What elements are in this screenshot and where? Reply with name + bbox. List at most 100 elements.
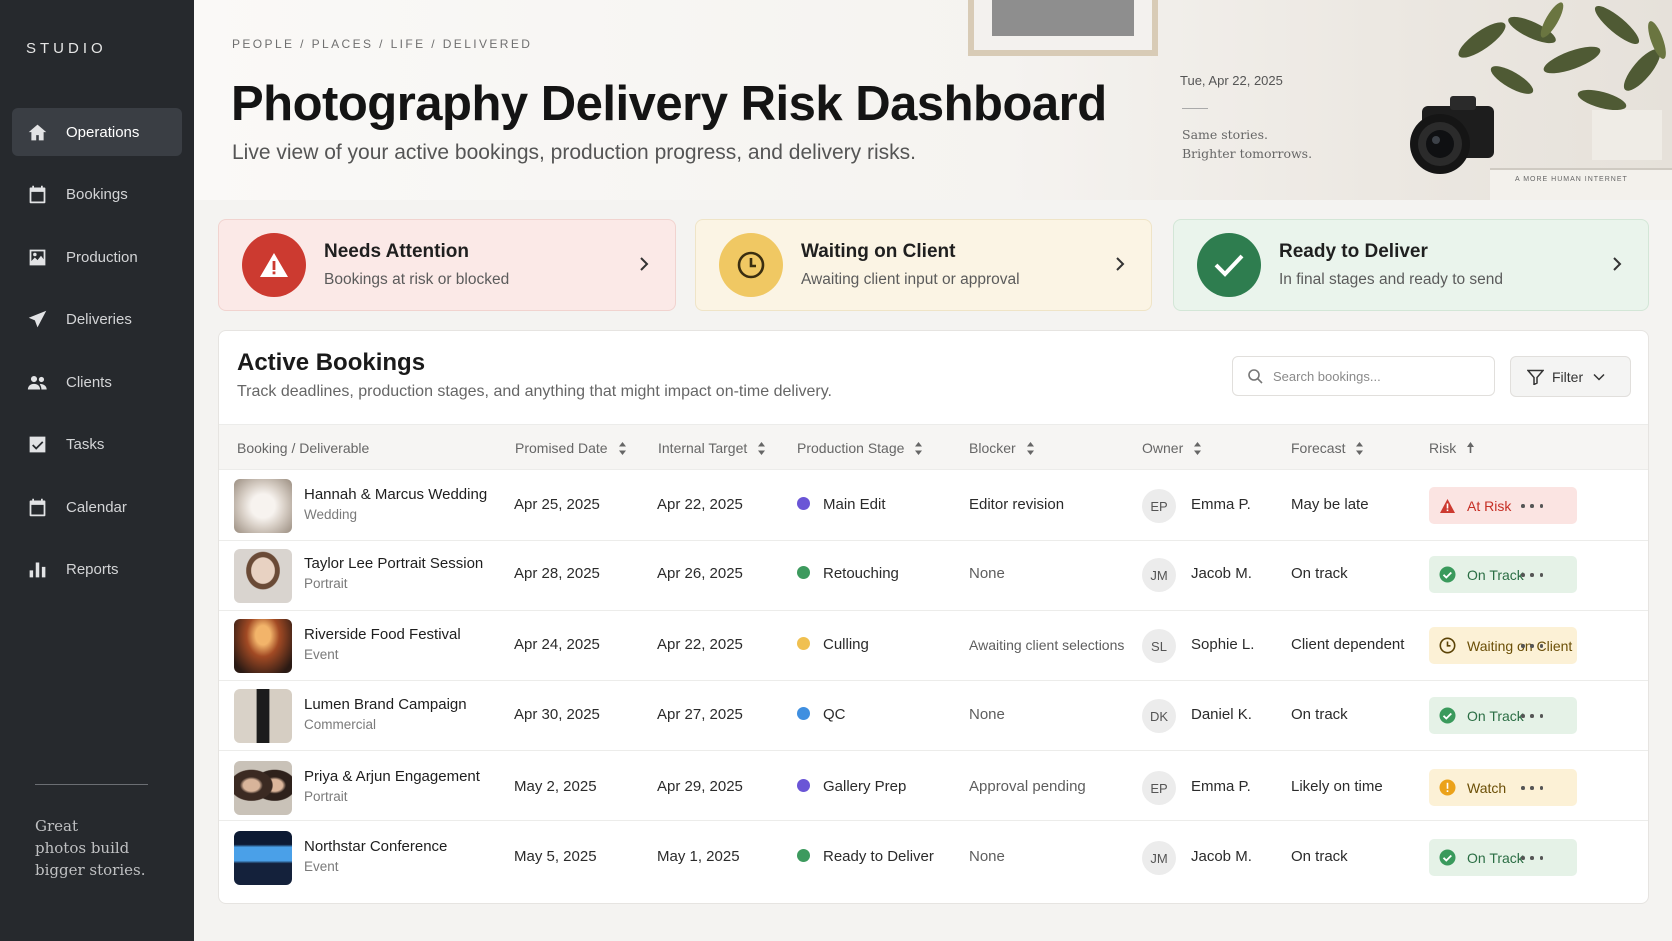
sidebar-item-label: Deliveries xyxy=(66,311,132,328)
column-header-promised-date[interactable]: Promised Date xyxy=(515,440,627,456)
brand-logo: STUDIO xyxy=(26,40,107,57)
tagline-line: Same stories. xyxy=(1182,127,1268,142)
booking-type: Portrait xyxy=(304,789,348,804)
promised-date: May 2, 2025 xyxy=(514,778,597,795)
table-row[interactable]: Hannah & Marcus Wedding Wedding Apr 25, … xyxy=(219,471,1648,541)
card-title: Waiting on Client xyxy=(801,241,956,262)
checkmark-icon xyxy=(1197,233,1261,297)
chevron-right-icon xyxy=(1116,257,1125,271)
internal-target: May 1, 2025 xyxy=(657,848,740,865)
risk-badge: At Risk xyxy=(1429,487,1577,524)
production-stage: QC xyxy=(797,706,846,723)
ready-to-deliver-card[interactable]: Ready to Deliver In final stages and rea… xyxy=(1173,219,1649,311)
internal-target: Apr 29, 2025 xyxy=(657,778,743,795)
more-options-icon[interactable] xyxy=(1521,641,1543,651)
sidebar-item-label: Clients xyxy=(66,373,112,391)
avatar: JM xyxy=(1142,841,1176,875)
sidebar-item-reports[interactable]: Reports xyxy=(12,546,182,594)
promised-date: Apr 25, 2025 xyxy=(514,496,600,513)
sidebar-nav: Operations Bookings Production Deliverie… xyxy=(12,108,182,608)
alert-circle-icon xyxy=(1439,779,1456,796)
stage-dot xyxy=(797,497,810,510)
risk-label: On Track xyxy=(1467,707,1524,724)
users-icon xyxy=(26,371,48,393)
quote-line: bigger stories. xyxy=(35,861,146,879)
more-options-icon[interactable] xyxy=(1521,711,1543,721)
risk-label: Waiting on Client xyxy=(1467,637,1573,654)
internal-target: Apr 22, 2025 xyxy=(657,636,743,653)
risk-label: On Track xyxy=(1467,849,1524,866)
stage-dot xyxy=(797,566,810,579)
risk-label: On Track xyxy=(1467,566,1524,583)
column-header-internal-target[interactable]: Internal Target xyxy=(658,440,766,456)
column-label: Risk xyxy=(1429,440,1457,456)
risk-label: At Risk xyxy=(1467,497,1512,514)
more-options-icon[interactable] xyxy=(1521,853,1543,863)
booking-name: Hannah & Marcus Wedding xyxy=(304,486,488,503)
wall-frame-image xyxy=(968,0,1158,56)
stage-dot xyxy=(797,637,810,650)
filter-label: Filter xyxy=(1552,368,1584,385)
column-header-forecast[interactable]: Forecast xyxy=(1291,440,1364,456)
production-stage: Gallery Prep xyxy=(797,778,906,795)
sidebar-item-tasks[interactable]: Tasks xyxy=(12,421,182,469)
filter-button[interactable]: Filter xyxy=(1510,356,1631,397)
table-row[interactable]: Priya & Arjun Engagement Portrait May 2,… xyxy=(219,751,1648,821)
owner-name: Emma P. xyxy=(1191,496,1251,513)
column-header-production-stage[interactable]: Production Stage xyxy=(797,440,923,456)
promised-date: May 5, 2025 xyxy=(514,848,597,865)
booking-thumbnail xyxy=(234,479,292,533)
forecast: On track xyxy=(1291,565,1348,582)
forecast: Client dependent xyxy=(1291,636,1405,653)
sidebar-item-calendar[interactable]: Calendar xyxy=(12,483,182,531)
sidebar-item-label: Bookings xyxy=(66,186,128,203)
search-box[interactable] xyxy=(1232,356,1495,396)
table-row[interactable]: Riverside Food Festival Event Apr 24, 20… xyxy=(219,611,1648,681)
sort-icon xyxy=(618,441,626,455)
risk-badge: On Track xyxy=(1429,697,1577,734)
search-input[interactable] xyxy=(1273,368,1483,384)
more-options-icon[interactable] xyxy=(1521,783,1543,793)
production-stage: Main Edit xyxy=(797,496,886,513)
needs-attention-card[interactable]: Needs Attention Bookings at risk or bloc… xyxy=(218,219,676,311)
sidebar-item-deliveries[interactable]: Deliveries xyxy=(12,296,182,344)
risk-label: Watch xyxy=(1467,779,1507,796)
sidebar-item-label: Production xyxy=(66,248,138,266)
column-label: Owner xyxy=(1142,440,1184,456)
book-cover-text: A MORE HUMAN INTERNET xyxy=(1515,176,1628,183)
owner-name: Jacob M. xyxy=(1191,565,1252,582)
panel-title: Active Bookings xyxy=(237,349,426,376)
sidebar-item-label: Operations xyxy=(66,123,140,141)
booking-thumbnail xyxy=(234,689,292,743)
table-row[interactable]: Lumen Brand Campaign Commercial Apr 30, … xyxy=(219,681,1648,751)
risk-badge: On Track xyxy=(1429,839,1577,876)
promised-date: Apr 24, 2025 xyxy=(514,636,600,653)
sidebar-item-production[interactable]: Production xyxy=(12,233,182,281)
check-circle-icon xyxy=(1439,849,1456,866)
stage-label: Ready to Deliver xyxy=(823,848,934,865)
column-header-booking[interactable]: Booking / Deliverable xyxy=(237,440,369,456)
card-subtitle: Awaiting client input or approval xyxy=(801,271,1020,288)
column-header-blocker[interactable]: Blocker xyxy=(969,440,1035,456)
search-icon xyxy=(1248,369,1263,384)
sidebar-item-bookings[interactable]: Bookings xyxy=(12,171,182,219)
book-image xyxy=(1490,168,1672,200)
table-row[interactable]: Northstar Conference Event May 5, 2025 M… xyxy=(219,823,1648,893)
more-options-icon[interactable] xyxy=(1521,501,1543,511)
more-options-icon[interactable] xyxy=(1521,570,1543,580)
column-header-owner[interactable]: Owner xyxy=(1142,440,1202,456)
sidebar: STUDIO Operations Bookings Production De… xyxy=(0,0,194,941)
sidebar-item-operations[interactable]: Operations xyxy=(12,108,182,156)
panel-subtitle: Track deadlines, production stages, and … xyxy=(237,383,832,400)
bar-chart-icon xyxy=(26,559,48,581)
stage-dot xyxy=(797,849,810,862)
column-header-risk[interactable]: Risk xyxy=(1429,440,1475,456)
sidebar-item-clients[interactable]: Clients xyxy=(12,358,182,406)
checkbox-icon xyxy=(26,434,48,456)
table-row[interactable]: Taylor Lee Portrait Session Portrait Apr… xyxy=(219,541,1648,611)
hero-tagline: Same stories. Brighter tomorrows. xyxy=(1182,125,1312,163)
quote-line: Great xyxy=(35,817,79,835)
card-subtitle: Bookings at risk or blocked xyxy=(324,271,510,288)
waiting-on-client-card[interactable]: Waiting on Client Awaiting client input … xyxy=(695,219,1152,311)
forecast: On track xyxy=(1291,706,1348,723)
